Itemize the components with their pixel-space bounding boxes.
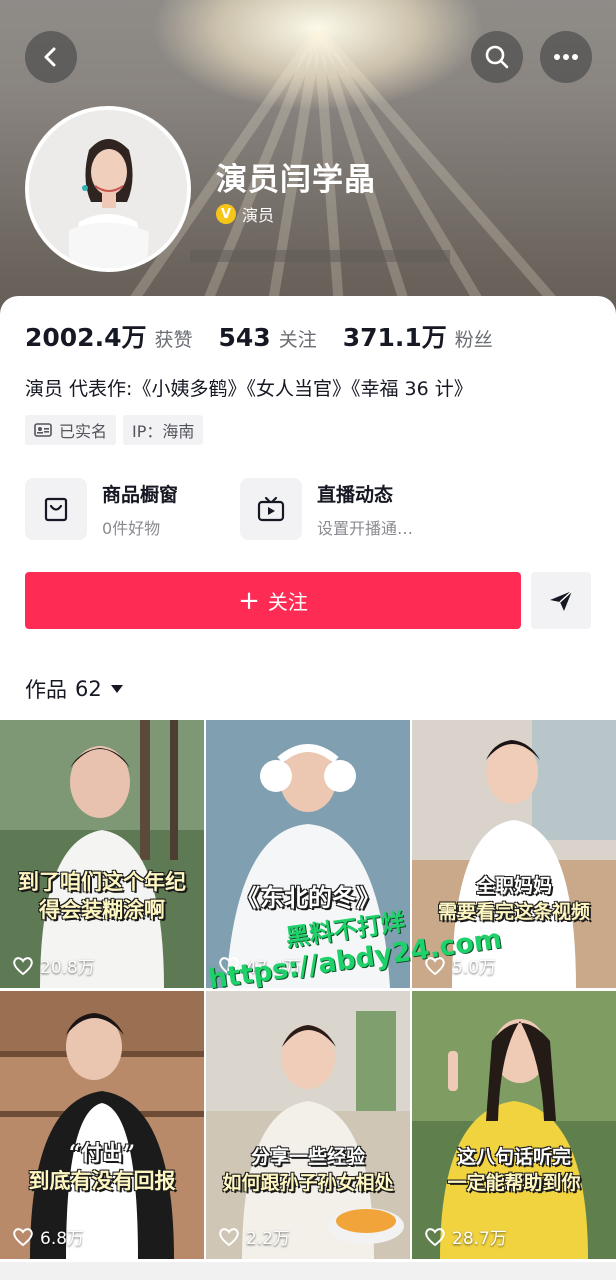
video-grid: 到了咱们这个年纪 得会装糊涂啊 20.8万 《东北的冬》 47.4万 全职妈妈 … <box>0 720 616 1280</box>
caret-down-icon <box>110 685 123 693</box>
video-likes: 5.0万 <box>424 953 496 978</box>
likes-count: 2002.4万 <box>25 323 147 352</box>
share-button[interactable] <box>531 572 591 629</box>
search-button[interactable] <box>471 31 523 83</box>
video-likes-count: 47.4万 <box>246 958 301 978</box>
avatar[interactable] <box>25 106 191 272</box>
tv-icon <box>257 496 285 522</box>
video-likes-count: 6.8万 <box>40 1229 85 1249</box>
follow-button[interactable]: + 关注 <box>25 572 521 629</box>
following-label[interactable]: 关注 <box>279 325 317 352</box>
live-icon-box <box>240 478 302 540</box>
more-button[interactable] <box>540 31 592 83</box>
video-caption-line1: 全职妈妈 <box>475 875 552 897</box>
avatar-portrait <box>29 110 187 268</box>
live-subtitle: 设置开播通… <box>317 518 414 538</box>
video-caption-line1: 到了咱们这个年纪 <box>18 869 186 894</box>
next-row-peek <box>0 1262 616 1280</box>
feature-row: 商品橱窗 0件好物 直播动态 设置开播通… <box>25 476 591 542</box>
video-card[interactable]: “付出” 到底有没有回报 6.8万 <box>0 991 204 1259</box>
verify-label: 演员 <box>242 206 275 225</box>
profile-info-card: 2002.4万 获赞 543 关注 371.1万 粉丝 演员 代表作:《小姨多鹤… <box>0 296 616 720</box>
video-caption-line1: 这八句话听完 <box>456 1146 571 1168</box>
ip-tag-label: IP：海南 <box>132 422 195 441</box>
video-likes-count: 2.2万 <box>246 1229 291 1249</box>
video-card[interactable]: 到了咱们这个年纪 得会装糊涂啊 20.8万 <box>0 720 204 988</box>
video-thumbnail <box>206 991 410 1259</box>
shop-title: 商品橱窗 <box>102 483 179 506</box>
heart-icon <box>425 1227 445 1246</box>
verified-badge-icon: V <box>216 204 236 224</box>
shop-text: 商品橱窗 0件好物 <box>102 480 178 539</box>
video-card[interactable]: 《东北的冬》 47.4万 <box>206 720 410 988</box>
video-likes: 2.2万 <box>218 1224 290 1249</box>
id-card-icon <box>34 423 52 437</box>
video-card[interactable]: 分享一些经验 如何跟孙子孙女相处 2.2万 <box>206 991 410 1259</box>
shop-window-entry[interactable]: 商品橱窗 0件好物 <box>25 476 178 542</box>
video-card[interactable]: 全职妈妈 需要看完这条视频 5.0万 <box>412 720 616 988</box>
works-tab[interactable]: 作品 62 <box>25 674 124 704</box>
video-likes-count: 20.8万 <box>40 958 95 978</box>
tag-row: 已实名 IP：海南 <box>25 415 204 445</box>
video-likes-count: 5.0万 <box>452 958 497 978</box>
more-icon <box>554 54 578 60</box>
works-count: 62 <box>75 677 102 701</box>
back-icon <box>44 47 56 67</box>
video-caption-line2: 一定能帮助到你 <box>447 1172 581 1194</box>
bio-text: 演员 代表作:《小姨多鹤》《女人当官》《幸福 36 计》 <box>25 378 473 400</box>
verified-tag: 已实名 <box>25 415 117 445</box>
video-likes-count: 28.7万 <box>452 1229 507 1249</box>
shop-icon-box <box>25 478 87 540</box>
verified-tag-label: 已实名 <box>59 422 108 441</box>
video-caption-line1: 《东北的冬》 <box>236 883 380 912</box>
video-caption-line2: 到底有没有回报 <box>28 1168 176 1193</box>
follow-label: 关注 <box>267 590 308 614</box>
share-icon <box>550 589 573 611</box>
live-title: 直播动态 <box>317 483 394 506</box>
works-label: 作品 <box>25 678 67 702</box>
video-thumbnail <box>0 720 204 988</box>
video-caption-line2: 如何跟孙子孙女相处 <box>222 1172 394 1194</box>
video-thumbnail <box>412 720 616 988</box>
heart-icon <box>13 956 33 975</box>
video-likes: 47.4万 <box>218 953 301 978</box>
video-thumbnail <box>412 991 616 1259</box>
profile-name: 演员闫学晶 <box>216 162 376 198</box>
followers-count[interactable]: 371.1万 <box>343 318 447 354</box>
profile-header: 演员闫学晶 V 演员 <box>0 0 616 320</box>
ip-tag: IP：海南 <box>123 415 204 445</box>
video-likes: 20.8万 <box>12 953 95 978</box>
video-likes: 28.7万 <box>424 1224 507 1249</box>
heart-icon <box>13 1227 33 1246</box>
heart-icon <box>425 956 445 975</box>
video-caption-line2: 得会装糊涂啊 <box>39 897 165 922</box>
video-card[interactable]: 这八句话听完 一定能帮助到你 28.7万 <box>412 991 616 1259</box>
video-thumbnail <box>206 720 410 988</box>
heart-icon <box>219 1227 239 1246</box>
search-icon <box>485 45 509 69</box>
video-caption-line1: 分享一些经验 <box>250 1146 365 1168</box>
verification: V 演员 <box>216 202 274 226</box>
following-count[interactable]: 543 <box>219 323 271 352</box>
live-entry[interactable]: 直播动态 设置开播通… <box>240 476 413 542</box>
video-caption-line2: 需要看完这条视频 <box>437 901 590 923</box>
video-thumbnail <box>0 991 204 1259</box>
shop-subtitle: 0件好物 <box>102 518 161 538</box>
live-text: 直播动态 设置开播通… <box>317 480 413 539</box>
plus-icon: + <box>238 585 260 616</box>
heart-icon <box>219 956 239 975</box>
video-caption-line1: “付出” <box>68 1140 136 1165</box>
followers-label[interactable]: 粉丝 <box>455 325 493 352</box>
bag-icon <box>44 497 68 522</box>
stats-row: 2002.4万 获赞 543 关注 371.1万 粉丝 <box>25 318 519 354</box>
likes-label: 获赞 <box>154 329 193 351</box>
back-button[interactable] <box>25 31 77 83</box>
video-likes: 6.8万 <box>12 1224 84 1249</box>
